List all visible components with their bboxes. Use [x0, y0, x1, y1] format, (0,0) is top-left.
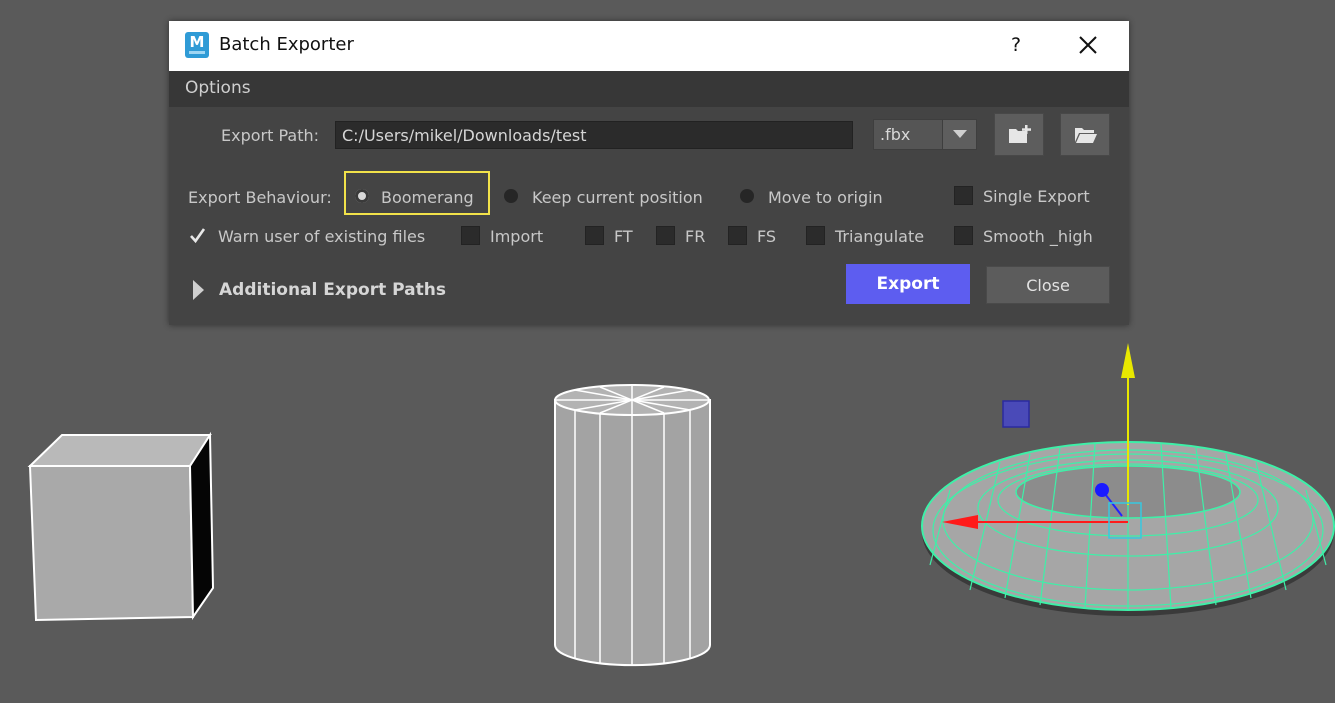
cube-object[interactable] — [27, 431, 215, 622]
fr-label[interactable]: FR — [685, 227, 705, 246]
smooth-high-label[interactable]: Smooth _high — [983, 227, 1093, 246]
title-bar[interactable]: M Batch Exporter ? — [169, 21, 1129, 71]
boomerang-label[interactable]: Boomerang — [381, 188, 474, 207]
single-export-checkbox[interactable] — [954, 186, 973, 205]
smooth-high-checkbox[interactable] — [954, 226, 973, 245]
warn-existing-label[interactable]: Warn user of existing files — [218, 227, 425, 246]
export-button[interactable]: Export — [846, 264, 970, 304]
open-folder-button[interactable] — [1060, 113, 1110, 156]
additional-export-paths-label: Additional Export Paths — [219, 280, 446, 300]
ft-label[interactable]: FT — [614, 227, 633, 246]
fs-label[interactable]: FS — [757, 227, 776, 246]
export-behaviour-label: Export Behaviour: — [188, 188, 332, 207]
close-button[interactable]: Close — [986, 266, 1110, 304]
folder-plus-icon — [1009, 125, 1031, 143]
close-icon[interactable] — [1075, 32, 1101, 58]
window-title: Batch Exporter — [219, 34, 354, 55]
ft-checkbox[interactable] — [585, 226, 604, 245]
import-label[interactable]: Import — [490, 227, 543, 246]
cylinder-object[interactable] — [554, 384, 711, 667]
folder-open-icon — [1075, 128, 1097, 143]
menu-bar: Options — [169, 71, 1129, 107]
move-origin-radio[interactable] — [740, 189, 754, 203]
keep-position-label[interactable]: Keep current position — [532, 188, 703, 207]
format-value: .fbx — [880, 125, 911, 144]
move-origin-label[interactable]: Move to origin — [768, 188, 883, 207]
batch-exporter-dialog: M Batch Exporter ? Options Export Path: … — [169, 21, 1129, 325]
maya-app-icon: M — [185, 32, 209, 58]
warn-checkbox[interactable] — [188, 226, 207, 245]
format-dropdown-arrow[interactable] — [942, 120, 976, 149]
triangulate-label[interactable]: Triangulate — [835, 227, 924, 246]
export-path-label: Export Path: — [221, 126, 319, 145]
keep-position-radio[interactable] — [504, 189, 518, 203]
format-dropdown[interactable]: .fbx — [873, 119, 977, 150]
chevron-down-icon — [953, 130, 967, 138]
single-export-label[interactable]: Single Export — [983, 187, 1090, 206]
help-button[interactable]: ? — [1003, 31, 1029, 59]
new-folder-button[interactable] — [994, 113, 1044, 156]
export-path-input[interactable] — [335, 121, 853, 149]
import-checkbox[interactable] — [461, 226, 480, 245]
triangulate-checkbox[interactable] — [806, 226, 825, 245]
fs-checkbox[interactable] — [728, 226, 747, 245]
triangle-right-icon — [193, 280, 204, 300]
fr-checkbox[interactable] — [656, 226, 675, 245]
menu-options[interactable]: Options — [185, 78, 251, 98]
boomerang-radio[interactable] — [355, 189, 369, 203]
